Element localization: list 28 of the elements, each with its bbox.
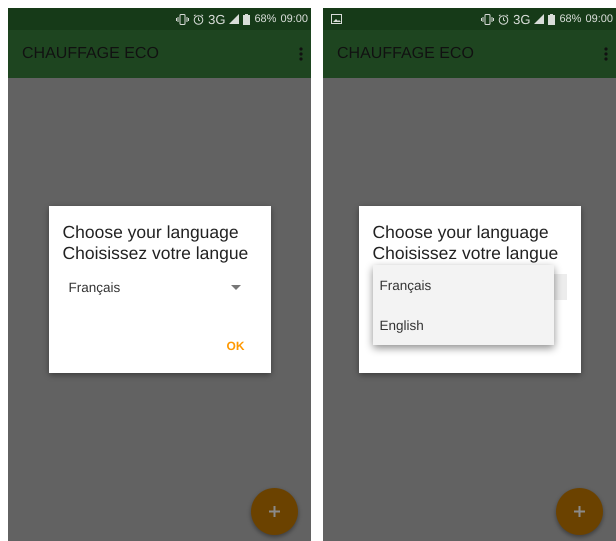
battery-icon — [243, 14, 250, 24]
menu-item[interactable]: Français — [372, 265, 554, 305]
clock-time: 09:00 — [280, 13, 308, 25]
menu-item[interactable]: English — [372, 305, 554, 345]
add-button[interactable] — [251, 488, 298, 535]
vibrate-icon — [481, 14, 494, 24]
dialog-title: Choose your language — [62, 222, 240, 243]
alarm-clock-icon — [193, 14, 204, 24]
dropdown-caret-icon — [230, 284, 240, 290]
language-spinner[interactable]: Français — [62, 274, 256, 300]
alarm-clock-icon — [498, 14, 510, 24]
more-menu-icon[interactable] — [299, 47, 303, 61]
plus-icon — [574, 506, 585, 517]
battery-percent: 68% — [254, 13, 276, 25]
cell-signal-icon — [229, 14, 240, 24]
battery-percent: 68% — [559, 13, 582, 25]
clock-time: 09:00 — [585, 13, 613, 25]
network-type-label: 3G — [513, 12, 530, 26]
add-button[interactable] — [556, 488, 603, 535]
cell-signal-icon — [534, 14, 544, 24]
battery-icon — [548, 14, 556, 24]
plus-icon — [269, 506, 280, 517]
dialog-title: Choose your language — [372, 222, 550, 243]
dialog-title: Choisissez votre langue — [62, 243, 250, 264]
more-menu-icon[interactable] — [604, 47, 608, 61]
dialog-title: Choisissez votre langue — [372, 243, 560, 264]
vibrate-icon — [176, 14, 190, 24]
network-type-label: 3G — [208, 12, 226, 26]
